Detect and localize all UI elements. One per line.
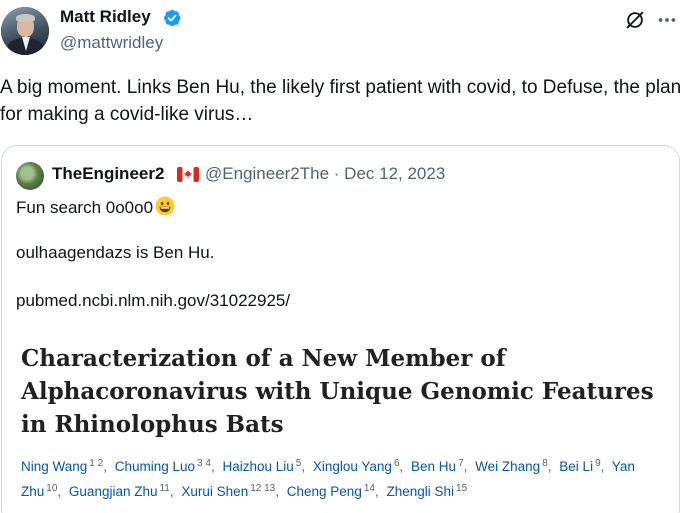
author-entry[interactable]: Ning Wang 1 2 bbox=[21, 458, 103, 474]
grinning-face-emoji-icon bbox=[155, 196, 175, 216]
tweet-text: A big moment. Links Ben Hu, the likely f… bbox=[0, 77, 682, 125]
canada-flag-icon bbox=[177, 167, 199, 182]
quoted-link[interactable]: pubmed.ncbi.nlm.nih.gov/31022925/ bbox=[16, 291, 290, 311]
tweet-header: Matt Ridley @mattwridley bbox=[0, 0, 694, 66]
paper-screenshot-image[interactable]: Characterization of a New Member of Alph… bbox=[16, 336, 676, 513]
grok-icon[interactable] bbox=[624, 9, 646, 31]
quoted-author-name[interactable]: TheEngineer2 bbox=[52, 164, 164, 184]
quoted-text-line-1: Fun search 0o0o0 bbox=[16, 196, 175, 218]
author-entry[interactable]: Ben Hu 7 bbox=[411, 458, 464, 474]
author-entry[interactable]: Bei Li 9 bbox=[559, 458, 600, 474]
quoted-tweet[interactable]: TheEngineer2 @Engineer2The · Dec 12, 202… bbox=[1, 145, 680, 513]
author-entry[interactable]: Cheng Peng 14 bbox=[287, 483, 375, 499]
verified-badge-icon[interactable] bbox=[162, 8, 182, 28]
more-options-icon[interactable] bbox=[656, 9, 678, 31]
author-entry[interactable]: Haizhou Liu 5 bbox=[222, 458, 301, 474]
quoted-text-line-2: oulhaagendazs is Ben Hu. bbox=[16, 243, 215, 262]
paper-authors: Ning Wang 1 2, Chuming Luo 3 4, Haizhou Li… bbox=[21, 458, 635, 499]
author-entry[interactable]: Xurui Shen 12 13 bbox=[181, 483, 275, 499]
author-entry[interactable]: Guangjian Zhu 11 bbox=[69, 483, 170, 499]
author-entry[interactable]: Xinglou Yang 6 bbox=[313, 458, 400, 474]
paper-title: Characterization of a New Member of Alph… bbox=[21, 345, 654, 438]
quoted-handle-date[interactable]: @Engineer2The · Dec 12, 2023 bbox=[205, 164, 445, 184]
author-name[interactable]: Matt Ridley bbox=[60, 7, 151, 27]
author-handle[interactable]: @mattwridley bbox=[60, 33, 163, 53]
author-entry[interactable]: Zhengli Shi 15 bbox=[386, 483, 467, 499]
author-avatar[interactable] bbox=[1, 7, 49, 55]
quoted-author-avatar[interactable] bbox=[16, 162, 44, 190]
author-entry[interactable]: Chuming Luo 3 4 bbox=[115, 458, 211, 474]
author-entry[interactable]: Wei Zhang 8 bbox=[475, 458, 548, 474]
